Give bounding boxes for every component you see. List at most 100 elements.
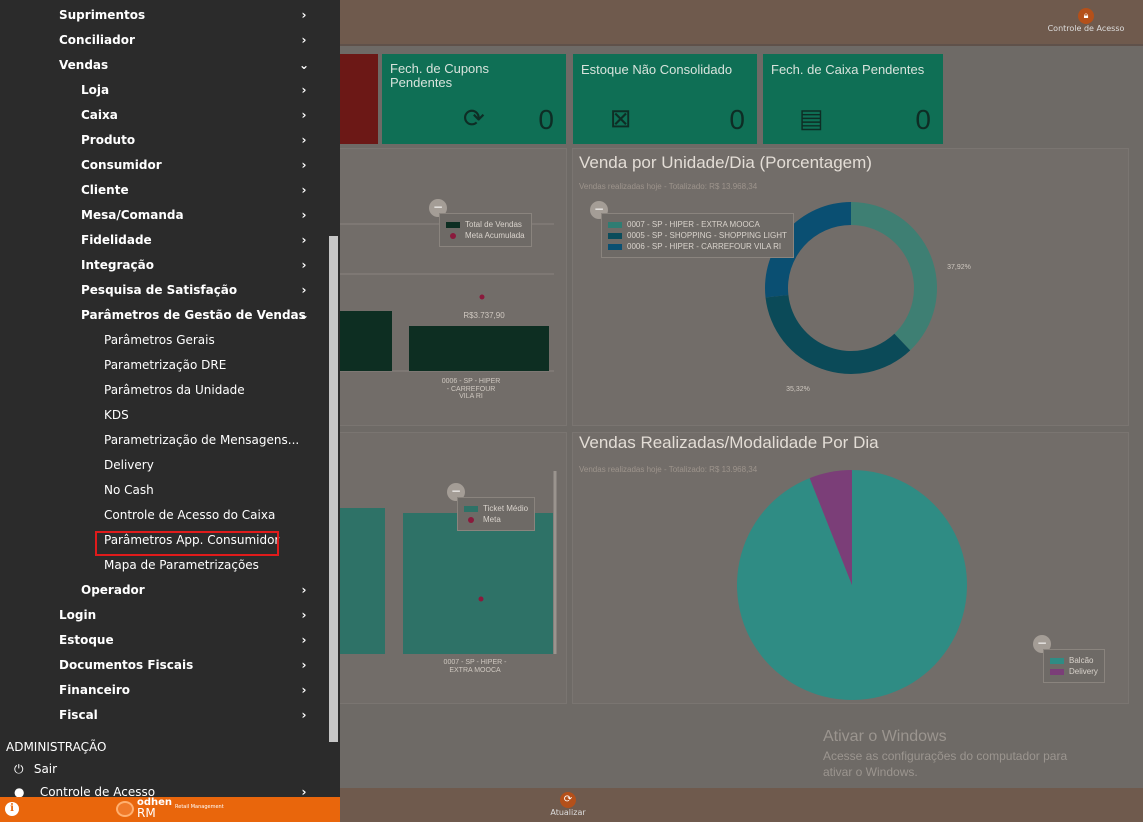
legend-dot bbox=[450, 232, 456, 239]
panel-ticket-medio: − Ticket Médio Meta 0007 - SP - HIPER - … bbox=[338, 432, 567, 704]
sidebar-item-vendas[interactable]: Vendas bbox=[59, 53, 108, 78]
sidebar-item-parametros-gerais[interactable]: Parâmetros Gerais bbox=[104, 328, 215, 353]
sidebar-item-produto[interactable]: Produto bbox=[81, 128, 135, 153]
sidebar-item-label: Fiscal bbox=[59, 708, 98, 722]
bar-0005 bbox=[339, 508, 385, 654]
sidebar-item-documentos-fiscais[interactable]: Documentos Fiscais bbox=[59, 653, 193, 678]
sidebar-item-parametrizacao-dre[interactable]: Parametrização DRE bbox=[104, 353, 226, 378]
sidebar-item-cliente[interactable]: Cliente bbox=[81, 178, 129, 203]
legend: Balcão Delivery bbox=[1043, 649, 1105, 683]
section-administracao: ADMINISTRAÇÃO bbox=[6, 740, 107, 754]
legend-item: Delivery bbox=[1050, 667, 1098, 676]
legend-item: Meta Acumulada bbox=[446, 231, 525, 240]
legend: Ticket Médio Meta bbox=[457, 497, 536, 531]
tile-estoque-nao-consolidado[interactable]: Estoque Não Consolidado ⊠ 0 bbox=[573, 54, 757, 144]
tile-partial[interactable] bbox=[338, 54, 378, 144]
legend-swatch bbox=[608, 243, 622, 250]
sidebar-item-parametros-da-unidade[interactable]: Parâmetros da Unidade bbox=[104, 378, 245, 403]
windows-activation-watermark: Ativar o Windows Acesse as configurações… bbox=[823, 728, 1067, 780]
sidebar-item-label: Parametrização DRE bbox=[104, 358, 227, 372]
sidebar-item-label: Sair bbox=[33, 762, 58, 776]
category-label: 0006 - SP - HIPER - CARREFOUR VILA RI bbox=[441, 378, 501, 401]
bar-0006 bbox=[409, 326, 549, 371]
pct-label: 37,92% bbox=[947, 264, 971, 271]
sidebar-item-kds[interactable]: KDS bbox=[104, 403, 129, 428]
sidebar-item-pesquisa-de-satisfacao[interactable]: Pesquisa de Satisfação bbox=[81, 278, 237, 303]
bar-0007 bbox=[403, 513, 553, 654]
sidebar-item-caixa[interactable]: Caixa bbox=[81, 103, 118, 128]
sidebar-item-label: Mesa/Comanda bbox=[81, 208, 184, 222]
chevron-down-icon: ⌄ bbox=[298, 58, 310, 72]
sidebar-item-label: Parâmetros Gerais bbox=[104, 333, 215, 347]
power-icon: ⏻ bbox=[14, 762, 24, 776]
controle-acesso-button[interactable]: 🔒︎ Controle de Acesso bbox=[1041, 8, 1131, 33]
legend-item: 0006 - SP - HIPER - CARREFOUR VILA RI bbox=[608, 242, 787, 251]
chevron-right-icon: › bbox=[301, 233, 307, 247]
controle-acesso-label: Controle de Acesso bbox=[1047, 24, 1125, 33]
sidebar-item-suprimentos[interactable]: Suprimentos bbox=[59, 3, 145, 28]
sidebar-item-mapa-de-parametrizacoes[interactable]: Mapa de Parametrizações bbox=[104, 553, 259, 578]
sidebar-item-financeiro[interactable]: Financeiro bbox=[59, 678, 130, 703]
sidebar-item-label: Caixa bbox=[81, 108, 118, 122]
chevron-down-icon: ⌄ bbox=[298, 308, 310, 322]
sidebar-item-fidelidade[interactable]: Fidelidade bbox=[81, 228, 152, 253]
chevron-right-icon: › bbox=[301, 8, 307, 22]
sidebar-item-label: Suprimentos bbox=[59, 8, 146, 22]
chevron-right-icon: › bbox=[301, 158, 307, 172]
watermark-line2: ativar o Windows. bbox=[823, 765, 918, 780]
sidebar-item-parametrizacao-de-mensagens[interactable]: Parametrização de Mensagens... bbox=[104, 428, 299, 453]
atualizar-label: Atualizar bbox=[550, 808, 586, 817]
sidebar-item-label: Login bbox=[59, 608, 97, 622]
sidebar-item-estoque[interactable]: Estoque bbox=[59, 628, 114, 653]
chevron-right-icon: › bbox=[301, 33, 307, 47]
sidebar-item-delivery[interactable]: Delivery bbox=[104, 453, 154, 478]
sidebar-item-label: Cliente bbox=[81, 183, 129, 197]
sidebar-item-consumidor[interactable]: Consumidor bbox=[81, 153, 162, 178]
sidebar-item-operador[interactable]: Operador bbox=[81, 578, 145, 603]
sidebar-item-conciliador[interactable]: Conciliador bbox=[59, 28, 135, 53]
watermark-line1: Acesse as configurações do computador pa… bbox=[823, 749, 1068, 763]
chevron-right-icon: › bbox=[301, 133, 307, 147]
sidebar-item-label: Parametrização de Mensagens... bbox=[104, 433, 300, 447]
sidebar-item-label: Parâmetros de Gestão de Vendas bbox=[81, 308, 306, 322]
sidebar-item-no-cash[interactable]: No Cash bbox=[104, 478, 154, 503]
legend-item: 0005 - SP - SHOPPING - SHOPPING LIGHT bbox=[608, 231, 787, 240]
chevron-right-icon: › bbox=[301, 608, 307, 622]
tile-value: 0 bbox=[538, 104, 554, 135]
slice-0[interactable] bbox=[851, 202, 937, 351]
legend-item: Meta bbox=[464, 515, 528, 524]
donut-chart bbox=[765, 202, 937, 374]
chevron-right-icon: › bbox=[301, 583, 307, 597]
sidebar-item-label: KDS bbox=[104, 408, 129, 422]
brand-rm: RM bbox=[137, 806, 156, 820]
lock-icon: 🔒︎ bbox=[1078, 8, 1094, 24]
sidebar-item-login[interactable]: Login bbox=[59, 603, 96, 628]
refresh-icon: ⟳ bbox=[560, 792, 576, 808]
sidebar-item-parametros-de-gestao-de-vendas[interactable]: Parâmetros de Gestão de Vendas bbox=[81, 303, 306, 328]
tile-cupons-pendentes[interactable]: Fech. de Cupons Pendentes ⟳ 0 bbox=[382, 54, 566, 144]
slice-1[interactable] bbox=[765, 294, 911, 374]
sidebar-item-label: Documentos Fiscais bbox=[59, 658, 194, 672]
sidebar-item-label: Conciliador bbox=[59, 33, 135, 47]
legend-swatch bbox=[1050, 657, 1064, 664]
sidebar-item-fiscal[interactable]: Fiscal bbox=[59, 703, 98, 728]
legend-swatch bbox=[1050, 668, 1064, 675]
odhen-logo-icon bbox=[116, 801, 134, 817]
chevron-right-icon: › bbox=[301, 83, 307, 97]
sidebar-item-loja[interactable]: Loja bbox=[81, 78, 109, 103]
atualizar-button[interactable]: ⟳ Atualizar bbox=[548, 792, 588, 817]
sidebar-item-sair[interactable]: ⏻ Sair bbox=[14, 757, 57, 782]
info-icon[interactable]: i bbox=[5, 802, 19, 816]
panel-venda-unidade: Venda por Unidade/Dia (Porcentagem) Vend… bbox=[572, 148, 1129, 426]
sidebar-scrollbar[interactable] bbox=[329, 236, 338, 742]
sidebar-item-label: Pesquisa de Satisfação bbox=[81, 283, 238, 297]
sidebar-item-integracao[interactable]: Integração bbox=[81, 253, 154, 278]
sidebar-item-mesa-comanda[interactable]: Mesa/Comanda bbox=[81, 203, 184, 228]
sidebar-item-label: Operador bbox=[81, 583, 145, 597]
pct-label: 35,32% bbox=[786, 386, 810, 393]
tile-caixa-pendentes[interactable]: Fech. de Caixa Pendentes ▤ 0 bbox=[763, 54, 943, 144]
coupon-icon: ⟳ bbox=[462, 103, 485, 133]
sidebar-item-label: Parâmetros da Unidade bbox=[104, 383, 245, 397]
sidebar-item-controle-de-acesso-do-caixa[interactable]: Controle de Acesso do Caixa bbox=[104, 503, 275, 528]
brand-subtitle: Retail Management bbox=[175, 804, 224, 810]
